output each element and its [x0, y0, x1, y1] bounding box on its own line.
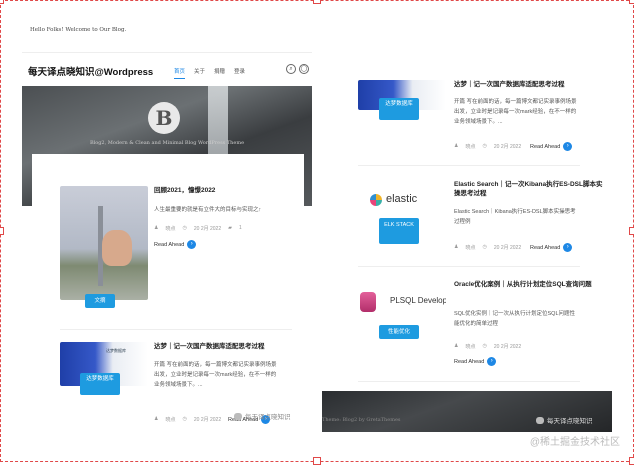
author-icon: ♟	[454, 343, 459, 349]
hero-tagline: Blog2, Modern & Clean and Minimal Blog W…	[89, 140, 245, 146]
post-title[interactable]: Elastic Search｜记一次Kibana执行ES-DSL脚本实操思考过程	[454, 180, 604, 198]
wechat-icon	[234, 412, 242, 420]
divider	[60, 329, 292, 330]
frame-handle	[313, 457, 321, 465]
frame-handle	[0, 227, 4, 235]
frame-handle	[629, 457, 634, 465]
post-excerpt: 开篇 写在前面的话，每一篇博文都记实录事例场景出发，立业时是记录每一次mark经…	[154, 362, 277, 388]
post-author: 晓点	[465, 245, 476, 251]
site-header: 每天译点晓知识@Wordpress 首页 关于 捐赠 登录 ⌕ ◯	[22, 52, 312, 84]
blog-logo: B	[148, 102, 180, 134]
database-icon	[360, 292, 376, 312]
post-author: 晓点	[465, 144, 476, 150]
divider	[358, 165, 580, 166]
category-badge[interactable]: 达梦数据库	[80, 373, 120, 395]
frame-handle	[629, 227, 634, 235]
arrow-right-icon: ›	[563, 142, 573, 151]
post-title[interactable]: 达梦｜记一次国产数据库适配思考过程	[454, 80, 604, 89]
post-date: 20 2月 2022	[493, 344, 522, 350]
watermark-text: 每天译点晓知识	[547, 418, 593, 425]
comment-icon: ▰	[228, 225, 232, 231]
read-more-link[interactable]: Read Ahead ›	[530, 243, 573, 252]
read-more-link[interactable]: Read Ahead ›	[530, 142, 573, 151]
post-date: 20 2月 2022	[493, 245, 522, 251]
frame-handle	[629, 0, 634, 4]
clock-icon: ◷	[182, 225, 187, 231]
post-meta: ♟ 晓点 ◷ 20 2月 2022	[454, 143, 521, 150]
post-date: 20 2月 2022	[193, 226, 222, 232]
post-author: 晓点	[465, 344, 476, 350]
post-meta: ♟ 晓点 ◷ 20 2月 2022	[454, 343, 521, 350]
post-thumbnail[interactable]: PLSQL Develope	[358, 286, 446, 322]
watermark: 每天译点晓知识	[536, 415, 593, 425]
read-more-link[interactable]: Read Ahead ›	[454, 357, 497, 366]
right-screenshot: 达梦数据库 达梦｜记一次国产数据库适配思考过程 开篇 写在前面的话，每一篇博文都…	[322, 56, 612, 432]
left-screenshot: Hello Folks! Welcome to Our Blog. 每天译点晓知…	[22, 14, 312, 432]
post-date: 20 2月 2022	[193, 417, 222, 423]
nav-item-about[interactable]: 关于	[194, 67, 205, 79]
post-meta: ♟ 晓点 ◷ 20 2月 2022	[154, 416, 221, 423]
author-icon: ♟	[154, 225, 159, 231]
post-author: 晓点	[165, 417, 176, 423]
post-thumbnail[interactable]	[60, 186, 148, 300]
read-more-link[interactable]: Read Ahead ›	[154, 240, 197, 249]
post-title[interactable]: Oracle优化案例｜从执行计划定位SQL查询问题	[454, 280, 604, 289]
post-list: 文摘 回顾2021，憧憬2022 人生最重要的就是有立件大的目标与实现之↑ ♟ 晓…	[32, 154, 304, 432]
arrow-right-icon: ›	[187, 240, 197, 249]
read-more-label: Read Ahead	[454, 358, 485, 365]
watermark: 每天译点晓知识	[234, 411, 291, 421]
category-badge[interactable]: 性能优化	[379, 325, 419, 339]
clock-icon: ◷	[482, 343, 487, 349]
divider	[358, 381, 580, 382]
frame-handle	[313, 0, 321, 4]
post-title[interactable]: 达梦｜记一次国产数据库适配思考过程	[154, 342, 294, 351]
thumbnail-label: PLSQL Develope	[390, 296, 446, 305]
thumbnail-label: 达梦数据库	[106, 348, 126, 353]
divider	[358, 266, 580, 267]
site-title[interactable]: 每天译点晓知识@Wordpress	[28, 64, 153, 78]
nav-item-login[interactable]: 登录	[234, 67, 245, 79]
read-more-label: Read Ahead	[530, 143, 561, 150]
thumbnail-label: elastic	[386, 193, 418, 205]
category-badge[interactable]: 文摘	[85, 294, 115, 308]
arrow-right-icon: ›	[563, 243, 573, 252]
post-excerpt: SQL优化实例｜记一次从执行计划定位SQL问题性能优化的简单过程	[454, 311, 576, 327]
clock-icon: ◷	[482, 143, 487, 149]
comment-count: 1	[238, 225, 242, 231]
author-icon: ♟	[454, 143, 459, 149]
frame-handle	[0, 0, 4, 4]
site-footer: Theme: Blog2 by GretaThemes 每天译点晓知识	[322, 391, 612, 432]
author-icon: ♟	[154, 416, 159, 422]
post-meta: ♟ 晓点 ◷ 20 2月 2022 ▰ 1	[154, 225, 242, 232]
main-nav: 首页 关于 捐赠 登录	[174, 67, 245, 79]
footer-credit: Theme: Blog2 by GretaThemes	[322, 417, 401, 423]
search-icon[interactable]: ⌕	[286, 64, 296, 74]
read-more-label: Read Ahead	[530, 244, 561, 251]
post-excerpt: 人生最重要的就是有立件大的目标与实现之↑	[154, 207, 262, 213]
post-author: 晓点	[165, 226, 176, 232]
post-meta: ♟ 晓点 ◷ 20 2月 2022	[454, 244, 521, 251]
post-excerpt: 开篇 写在前面的话，每一篇博文都记实录事例场景出发，立业时是记录每一次mark经…	[454, 99, 577, 125]
read-more-label: Read Ahead	[154, 241, 185, 248]
category-badge[interactable]: ELK STACK	[379, 218, 419, 244]
user-icon[interactable]: ◯	[299, 64, 309, 74]
elastic-logo-icon	[370, 194, 382, 206]
post-excerpt: Elastic Search｜Kibana执行ES-DSL脚本实操思考过程例	[454, 209, 576, 225]
nav-item-home[interactable]: 首页	[174, 67, 186, 79]
post-title[interactable]: 回顾2021，憧憬2022	[154, 186, 294, 195]
juejin-watermark: @稀土掘金技术社区	[529, 437, 620, 448]
wechat-icon	[536, 416, 544, 424]
watermark-text: 每天译点晓知识	[245, 414, 291, 421]
hand-image	[102, 230, 132, 266]
clock-icon: ◷	[182, 416, 187, 422]
clock-icon: ◷	[482, 244, 487, 250]
author-icon: ♟	[454, 244, 459, 250]
category-badge[interactable]: 达梦数据库	[379, 98, 419, 120]
post-date: 20 2月 2022	[493, 144, 522, 150]
welcome-text: Hello Folks! Welcome to Our Blog.	[30, 27, 127, 33]
nav-item-donate[interactable]: 捐赠	[214, 67, 225, 79]
arrow-right-icon: ›	[487, 357, 497, 366]
